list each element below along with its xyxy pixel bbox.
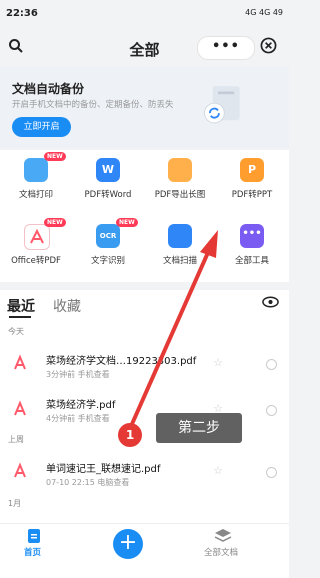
capsule-menu: •••	[197, 36, 255, 60]
new-badge: NEW	[44, 152, 66, 161]
file-name: 菜场经济学.pdf	[46, 400, 116, 411]
file-name: 单词速记王_联想速记.pdf	[46, 464, 161, 475]
list-item[interactable]: 菜场经济学文档…19223303.pdf 3分钟前 手机查看 ☆	[0, 342, 289, 386]
add-button[interactable]: +	[113, 529, 143, 559]
tab-recent[interactable]: 最近	[7, 296, 35, 316]
pdf-file-icon	[14, 400, 26, 416]
select-radio[interactable]	[266, 405, 277, 416]
word-icon: W	[96, 158, 120, 182]
file-tabs: 最近 收藏	[0, 290, 289, 318]
image-icon	[168, 158, 192, 182]
select-radio[interactable]	[266, 359, 277, 370]
step-number-badge: 1	[118, 423, 142, 447]
tool-scan[interactable]: 文档扫描	[144, 216, 216, 282]
tool-all-tools[interactable]: ••• 全部工具	[216, 216, 288, 282]
bottom-nav: 首页 + 全部文档	[0, 523, 289, 569]
tool-label: PDF转PPT	[231, 190, 273, 200]
enable-backup-button[interactable]: 立即开启	[12, 117, 71, 137]
layers-icon[interactable]	[214, 528, 232, 544]
nav-all-docs-label[interactable]: 全部文档	[204, 546, 238, 558]
tool-label: 文字识别	[90, 256, 125, 266]
gesture-bar	[0, 568, 289, 578]
tool-pdf-long-image[interactable]: PDF导出长图	[144, 150, 216, 216]
header: 全部 •••	[0, 30, 289, 66]
backup-title: 文档自动备份	[12, 82, 85, 96]
backup-card: 文档自动备份 开启手机文档中的备份、定期备份、防丢失 立即开启	[0, 66, 289, 148]
tool-pdf-to-word[interactable]: W PDF转Word	[72, 150, 144, 216]
file-list: 今天 菜场经济学文档…19223303.pdf 3分钟前 手机查看 ☆ 菜场经济…	[0, 318, 289, 523]
status-indicators: 4G 4G 49	[245, 8, 283, 17]
nav-home-label[interactable]: 首页	[24, 546, 41, 558]
tool-print[interactable]: NEW 文档打印	[0, 150, 72, 216]
tool-label: 文档打印	[18, 190, 53, 200]
printer-icon	[24, 158, 48, 182]
tool-label: 全部工具	[234, 256, 269, 266]
file-name: 菜场经济学文档…19223303.pdf	[46, 356, 197, 367]
scan-icon	[168, 224, 192, 248]
pdf-file-icon	[14, 462, 26, 478]
ppt-icon: P	[240, 158, 264, 182]
file-meta: 07-10 22:15 电脑查看	[46, 478, 130, 487]
eye-icon[interactable]	[262, 296, 279, 308]
tool-label: PDF转Word	[84, 190, 132, 200]
tool-office-to-pdf[interactable]: NEW Office转PDF	[0, 216, 72, 282]
backup-illustration-icon	[204, 86, 240, 124]
file-meta: 4分钟前 手机查看	[46, 414, 110, 423]
star-icon[interactable]: ☆	[213, 464, 223, 477]
tools-grid: NEW 文档打印 W PDF转Word PDF导出长图 P PDF转PPT NE…	[0, 150, 289, 282]
tab-favorites[interactable]: 收藏	[53, 296, 81, 316]
section-today: 今天	[8, 327, 24, 336]
tool-ocr[interactable]: OCR NEW 文字识别	[72, 216, 144, 282]
close-icon[interactable]	[260, 37, 277, 54]
list-item[interactable]: 菜场经济学.pdf 4分钟前 手机查看 ☆	[0, 388, 289, 432]
list-item[interactable]: 单词速记王_联想速记.pdf 07-10 22:15 电脑查看 ☆	[0, 450, 289, 494]
tool-label: PDF导出长图	[154, 190, 206, 200]
status-bar: 22:36 4G 4G 49	[0, 0, 289, 30]
file-meta: 3分钟前 手机查看	[46, 370, 110, 379]
step-label: 第二步	[156, 413, 242, 443]
ocr-icon: OCR	[96, 224, 120, 248]
document-icon	[28, 529, 40, 543]
tool-label: Office转PDF	[11, 256, 61, 266]
star-icon[interactable]: ☆	[213, 356, 223, 369]
pdf-file-icon	[14, 354, 26, 370]
more-icon[interactable]: •••	[212, 39, 240, 54]
section-last-week: 上周	[8, 435, 24, 444]
section-january: 1月	[8, 499, 22, 508]
status-time: 22:36	[6, 8, 38, 19]
home-nav[interactable]	[24, 528, 44, 544]
new-badge: NEW	[44, 218, 66, 227]
more-tools-icon: •••	[240, 224, 264, 248]
new-badge: NEW	[116, 218, 138, 227]
select-radio[interactable]	[266, 467, 277, 478]
tool-label: 文档扫描	[162, 256, 197, 266]
tool-pdf-to-ppt[interactable]: P PDF转PPT	[216, 150, 288, 216]
pdf-icon	[24, 224, 50, 250]
backup-desc: 开启手机文档中的备份、定期备份、防丢失	[12, 100, 174, 110]
